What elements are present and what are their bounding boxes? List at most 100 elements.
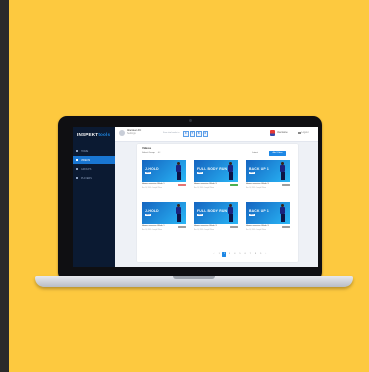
sidebar-item-groups[interactable]: GROUPS [73, 165, 115, 173]
video-card[interactable]: FULL BODY RUN NEW Home exercise Week 3 Publ… [194, 160, 238, 194]
video-thumbnail[interactable]: BACK UP 1 NEW [246, 202, 290, 224]
new-tag: NEW [145, 172, 151, 175]
status-badge: Public [230, 183, 238, 187]
athlete-legs [176, 172, 181, 180]
page-button[interactable]: 2 [222, 252, 227, 257]
page-title: Videos [142, 146, 152, 150]
video-meta: Nov 14, 2019 • Joseph Wilson [246, 229, 267, 231]
new-tag: NEW [249, 172, 255, 175]
athlete-legs [176, 214, 181, 222]
video-meta: Nov 14, 2019 • Joseph Wilson [142, 187, 163, 189]
groups-icon [76, 168, 78, 170]
topbar: Aberdeen FC Settings Free trial ends in … [115, 127, 318, 142]
thumbnail-title: BACK UP 1 [249, 167, 270, 171]
thumbnail-title: J-HOLD [145, 209, 159, 213]
logout-label: Logout [301, 132, 309, 134]
video-thumbnail[interactable]: J-HOLD NEW [142, 202, 186, 224]
sidebar-item-videos[interactable]: VIDEOS [73, 156, 115, 164]
timer-digit: 7 [189, 130, 195, 137]
avatar [270, 130, 275, 136]
timer-digit: 0 [183, 130, 189, 137]
screen: INSPEKTtools HOME VIDEOS GROUPS PLAYERS … [73, 127, 318, 267]
athlete-torso [280, 165, 285, 172]
page-button[interactable]: 6 [243, 252, 247, 257]
thumbnail-title: BACK UP 1 [249, 209, 270, 213]
video-meta: Nov 14, 2019 • Joseph Wilson [194, 187, 215, 189]
add-video-button[interactable]: Add Video [269, 150, 286, 156]
page-button[interactable]: › [264, 252, 268, 257]
page-button[interactable]: 5 [238, 252, 242, 257]
athlete-figure [227, 162, 234, 181]
page-button[interactable]: 7 [248, 252, 252, 257]
group-filter[interactable]: Select Group All [142, 152, 160, 154]
video-card[interactable]: J-HOLD NEW Home exercise Week 1 Hidden Nov 1… [142, 202, 186, 236]
athlete-torso [228, 165, 233, 172]
page-button[interactable]: ‹ [212, 252, 216, 257]
video-meta: Nov 14, 2019 • Joseph Wilson [142, 229, 163, 231]
logout-button[interactable]: Logout [298, 132, 309, 134]
pagination: ‹ 1 2 3 4 5 6 7 8 9 › [212, 252, 269, 257]
video-thumbnail[interactable]: FULL BODY RUN NEW [194, 202, 238, 224]
athlete-figure [279, 162, 286, 181]
status-badge: Hidden [282, 183, 290, 187]
timer-digit: 6 [202, 130, 208, 137]
video-thumbnail[interactable]: FULL BODY RUN NEW [194, 160, 238, 182]
athlete-legs [280, 214, 285, 222]
sidebar: INSPEKTtools HOME VIDEOS GROUPS PLAYERS [73, 127, 115, 267]
company-sub: Settings [127, 132, 136, 135]
video-card[interactable]: J-HOLD NEW Home exercise Week 1 Draft Nov 14… [142, 160, 186, 194]
page-button[interactable]: 8 [254, 252, 258, 257]
video-thumbnail[interactable]: J-HOLD NEW [142, 160, 186, 182]
camera [189, 119, 192, 122]
logout-icon [298, 132, 301, 134]
athlete-figure [175, 162, 182, 181]
brand-logo[interactable]: INSPEKTtools [77, 132, 110, 137]
athlete-figure [279, 204, 286, 223]
new-tag: NEW [197, 172, 203, 175]
sidebar-item-label: PLAYERS [81, 176, 92, 180]
players-icon [76, 177, 78, 179]
video-meta: Nov 14, 2019 • Joseph Wilson [194, 229, 215, 231]
timer-digit: 8 [196, 130, 202, 137]
page-button[interactable]: 3 [228, 252, 232, 257]
thumbnail-title: J-HOLD [145, 167, 159, 171]
sidebar-item-players[interactable]: PLAYERS [73, 174, 115, 182]
athlete-torso [176, 207, 181, 214]
athlete-legs [280, 172, 285, 180]
company-switcher[interactable]: Aberdeen FC Settings [119, 129, 141, 136]
sidebar-item-home[interactable]: HOME [73, 147, 115, 155]
new-tag: NEW [197, 214, 203, 217]
company-name-block: Aberdeen FC Settings [127, 129, 141, 136]
video-thumbnail[interactable]: BACK UP 1 NEW [246, 160, 290, 182]
new-tag: NEW [249, 214, 255, 217]
status-badge: Draft [178, 183, 186, 187]
laptop-notch [173, 276, 215, 279]
page-button[interactable]: 4 [233, 252, 237, 257]
video-icon [76, 159, 78, 161]
trial-timer: 0 7 8 6 [183, 130, 209, 137]
sort-dropdown[interactable]: Latest [252, 152, 258, 154]
user-menu[interactable]: Username [270, 130, 288, 136]
filter-value: All [157, 152, 161, 154]
thumbnail-title: FULL BODY RUN [197, 209, 228, 213]
username: Username [277, 132, 288, 134]
sidebar-item-label: VIDEOS [81, 158, 91, 162]
brand-name-b: tools [98, 132, 111, 137]
status-badge: Hidden [282, 225, 290, 229]
status-badge: Hidden [230, 225, 238, 229]
athlete-legs [228, 172, 233, 180]
new-tag: NEW [145, 214, 151, 217]
video-card[interactable]: BACK UP 1 NEW Home exercise Week 3 Hidden No… [246, 160, 290, 194]
page-button[interactable]: 1 [217, 252, 221, 257]
athlete-figure [227, 204, 234, 223]
filter-label: Select Group [142, 152, 155, 154]
sidebar-item-label: HOME [81, 149, 89, 153]
video-card[interactable]: FULL BODY RUN NEW Home exercise Week 3 Hidd… [194, 202, 238, 236]
athlete-torso [280, 207, 285, 214]
video-card[interactable]: BACK UP 1 NEW Home exercise Week 3 Hidden No… [246, 202, 290, 236]
status-badge: Hidden [178, 225, 186, 229]
page-button[interactable]: 9 [259, 252, 263, 257]
trial-label: Free trial ends in [163, 132, 180, 134]
thumbnail-title: FULL BODY RUN [197, 167, 228, 171]
videos-panel: Videos Select Group All Latest Add Video … [137, 144, 298, 262]
